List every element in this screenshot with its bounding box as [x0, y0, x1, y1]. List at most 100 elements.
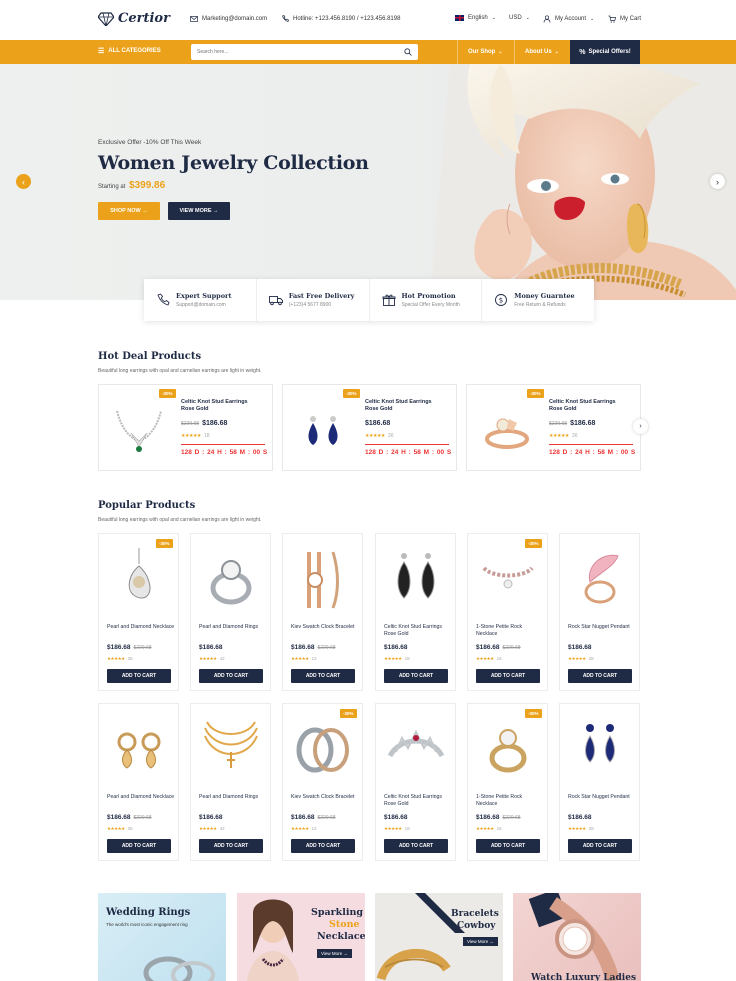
hotline-text: Hotline: +123.456.8190 / +123.456.8198: [293, 16, 401, 22]
logo[interactable]: Certior: [98, 11, 170, 26]
old-price: $229.68: [181, 421, 200, 427]
rating-stars: ★★★★★ 12: [291, 826, 317, 832]
product-name[interactable]: Kiev Swatch Clock Bracelet: [291, 624, 359, 631]
product-name[interactable]: Celtic Knot Stud Earrings Rose Gold: [549, 399, 629, 413]
all-categories-button[interactable]: ☰ ALL CATEGORIES: [98, 47, 161, 55]
countdown-divider: [549, 444, 633, 445]
add-to-cart-button[interactable]: ADD TO CART: [291, 839, 355, 853]
product-name[interactable]: Celtic Knot Stud Earrings Rose Gold: [384, 794, 452, 807]
product-name[interactable]: Kiev Swatch Clock Bracelet: [291, 794, 359, 801]
banner-wedding-rings[interactable]: Wedding Rings The world's most iconic en…: [98, 893, 226, 981]
add-to-cart-button[interactable]: ADD TO CART: [384, 669, 448, 683]
product-name[interactable]: Pearl and Diamond Necklace: [107, 794, 175, 801]
add-to-cart-button[interactable]: ADD TO CART: [199, 839, 263, 853]
star-icons: ★★★★★: [384, 826, 402, 831]
deal-card[interactable]: -30% Celtic Knot Stud Earrings Rose Gold…: [98, 384, 273, 471]
product-name[interactable]: 1-Stone Petite Rock Necklace: [476, 624, 544, 637]
add-to-cart-button[interactable]: ADD TO CART: [568, 839, 632, 853]
banner-watch-luxury[interactable]: Watch Luxury Ladies: [513, 893, 641, 981]
nav-our-shop[interactable]: Our Shop ⌄: [457, 40, 513, 64]
top-bar: Certior Marketing@domain.com Hotline: +1…: [0, 0, 736, 40]
feature-title: Expert Support: [176, 292, 232, 300]
cart-link[interactable]: My Cart: [608, 15, 641, 23]
deal-card[interactable]: -30% Celtic Knot Stud Earrings Rose Gold…: [466, 384, 641, 471]
product-name[interactable]: Pearl and Diamond Rings: [199, 624, 267, 631]
rating-stars: ★★★★★ 36: [107, 826, 133, 832]
page: Certior Marketing@domain.com Hotline: +1…: [0, 0, 736, 981]
product-price: $186.68: [199, 644, 223, 651]
current-price: $186.68: [199, 814, 223, 821]
product-price: $186.68: [199, 814, 223, 821]
product-price: $229.68 $186.68: [549, 420, 595, 427]
deal-card[interactable]: -30% Celtic Knot Stud Earrings Rose Gold…: [282, 384, 457, 471]
current-price: $186.68: [568, 814, 592, 821]
product-name[interactable]: Pearl and Diamond Necklace: [107, 624, 175, 631]
product-card[interactable]: Pearl and Diamond Necklace $186.68 $229.68…: [98, 703, 179, 861]
product-card[interactable]: Kiev Swatch Clock Bracelet $186.68 $229.68…: [282, 533, 363, 691]
earrings-image: [308, 416, 338, 445]
currency-select[interactable]: USD ⌄: [509, 15, 530, 21]
search-icon[interactable]: [404, 48, 412, 56]
view-more-button[interactable]: View More →: [463, 937, 498, 946]
add-to-cart-button[interactable]: ADD TO CART: [568, 669, 632, 683]
product-card[interactable]: -30% 1-Stone Petite Rock Necklace $186.68 $…: [467, 533, 548, 691]
product-name[interactable]: 1-Stone Petite Rock Necklace: [476, 794, 544, 807]
product-name[interactable]: Celtic Knot Stud Earrings Rose Gold: [384, 624, 452, 637]
product-card[interactable]: -30% Pearl and Diamond Necklace $186.68 $22…: [98, 533, 179, 691]
add-to-cart-button[interactable]: ADD TO CART: [476, 669, 540, 683]
nav-about-us[interactable]: About Us ⌄: [514, 40, 569, 64]
banner-bracelets[interactable]: Bracelets Cowboy View More →: [375, 893, 503, 981]
rating-stars: ★★★★★ 18: [181, 433, 209, 439]
countdown-timer: 128 D : 24 H : 58 M : 00 S: [181, 449, 268, 456]
product-price: $186.68 $229.68: [476, 814, 521, 821]
old-price: $229.68: [317, 645, 336, 651]
rating-count: 36: [127, 826, 133, 831]
product-card[interactable]: Celtic Knot Stud Earrings Rose Gold $186.…: [375, 533, 456, 691]
slider-next-arrow-icon[interactable]: ›: [710, 174, 725, 189]
chevron-down-icon: ⌄: [554, 49, 559, 55]
shop-now-button[interactable]: SHOP NOW →: [98, 202, 160, 220]
add-to-cart-button[interactable]: ADD TO CART: [291, 669, 355, 683]
truck-icon: [268, 296, 283, 306]
product-card[interactable]: Celtic Knot Stud Earrings Rose Gold $186.…: [375, 703, 456, 861]
product-card[interactable]: Rock Star Nugget Pendant $186.68 ★★★★★ 28 AD…: [559, 703, 640, 861]
slider-prev-arrow-icon[interactable]: ‹: [16, 174, 31, 189]
hero-content: Exclusive Offer -10% Off This Week Women…: [98, 139, 369, 191]
add-to-cart-button[interactable]: ADD TO CART: [384, 839, 448, 853]
add-to-cart-button[interactable]: ADD TO CART: [476, 839, 540, 853]
product-card[interactable]: Pearl and Diamond Rings $186.68 ★★★★★ 42 ADD…: [190, 533, 271, 691]
hotline[interactable]: Hotline: +123.456.8190 / +123.456.8198: [281, 15, 400, 23]
search-input[interactable]: [197, 49, 404, 55]
hero-price-line: Starting at $399.86: [98, 180, 369, 191]
add-to-cart-button[interactable]: ADD TO CART: [107, 669, 171, 683]
banner-sparkling-necklace[interactable]: Sparkling Stone Necklace View More →: [237, 893, 365, 981]
deal-next-arrow-icon[interactable]: ›: [633, 419, 648, 434]
product-name[interactable]: Celtic Knot Stud Earrings Rose Gold: [365, 399, 445, 413]
account-menu[interactable]: My Account ⌄: [543, 15, 594, 23]
money-icon: $: [495, 294, 508, 306]
discount-badge: -30%: [527, 389, 544, 398]
product-name[interactable]: Pearl and Diamond Rings: [199, 794, 267, 801]
countdown-timer: 128 D : 24 H : 58 M : 00 S: [549, 449, 636, 456]
hero-model-image: [430, 64, 736, 300]
product-name[interactable]: Celtic Knot Stud Earrings Rose Gold: [181, 399, 261, 413]
view-more-button[interactable]: VIEW MORE →: [168, 202, 230, 220]
current-price: $186.68: [199, 644, 223, 651]
product-card[interactable]: Pearl and Diamond Rings $186.68 ★★★★★ 42 ADD…: [190, 703, 271, 861]
old-price: $229.68: [549, 421, 568, 427]
add-to-cart-button[interactable]: ADD TO CART: [199, 669, 263, 683]
product-name[interactable]: Rock Star Nugget Pendant: [568, 794, 636, 801]
add-to-cart-button[interactable]: ADD TO CART: [107, 839, 171, 853]
star-icons: ★★★★★: [291, 656, 309, 661]
product-name[interactable]: Rock Star Nugget Pendant: [568, 624, 636, 631]
language-select[interactable]: English ⌄: [455, 15, 496, 21]
banner-title: Watch Luxury Ladies: [531, 973, 637, 981]
product-card[interactable]: Rock Star Nugget Pendant $186.68 ★★★★★ 28 AD…: [559, 533, 640, 691]
email-contact[interactable]: Marketing@domain.com: [190, 15, 267, 23]
view-more-button[interactable]: View More →: [317, 949, 352, 958]
product-card[interactable]: -30% 1-Stone Petite Rock Necklace $186.68 $…: [467, 703, 548, 861]
special-offers-button[interactable]: % Special Offers!: [570, 40, 640, 64]
product-image: [128, 548, 151, 599]
product-card[interactable]: -30% Kiev Swatch Clock Bracelet $186.68 $22…: [282, 703, 363, 861]
current-price: $186.68: [570, 420, 596, 427]
